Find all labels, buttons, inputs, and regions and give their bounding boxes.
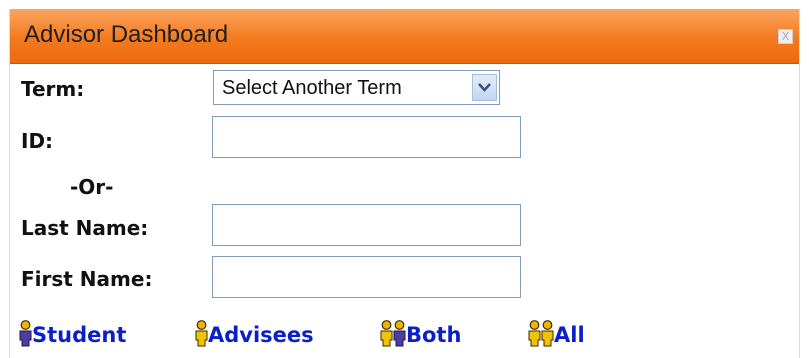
chevron-down-icon[interactable]: [472, 74, 497, 101]
close-button[interactable]: X: [778, 29, 793, 44]
single-person-icon: [19, 320, 32, 347]
last-name-input[interactable]: [212, 204, 521, 246]
or-separator: -Or-: [70, 175, 114, 199]
close-icon: X: [781, 30, 790, 43]
both-link[interactable]: Both: [380, 315, 461, 347]
both-link-label: Both: [406, 323, 462, 347]
term-selected-value: Select Another Term: [222, 77, 402, 99]
first-name-input[interactable]: [212, 256, 521, 298]
two-people-icon: [380, 320, 406, 347]
advisor-dashboard-panel: Advisor Dashboard X Term: Select Another…: [9, 9, 800, 358]
single-person-icon: [195, 320, 208, 347]
advisees-link[interactable]: Advisees: [195, 315, 314, 347]
all-link[interactable]: All: [528, 315, 585, 347]
two-people-icon: [528, 320, 554, 347]
term-label: Term:: [21, 77, 85, 101]
title-bar[interactable]: Advisor Dashboard X: [10, 9, 799, 64]
id-label: ID:: [21, 129, 54, 153]
term-select[interactable]: Select Another Term: [213, 70, 500, 105]
all-link-label: All: [554, 323, 585, 347]
student-link-label: Student: [32, 323, 127, 347]
advisees-link-label: Advisees: [208, 323, 314, 347]
student-link[interactable]: Student: [19, 315, 126, 347]
last-name-label: Last Name:: [21, 216, 149, 240]
first-name-label: First Name:: [21, 267, 153, 291]
window-title: Advisor Dashboard: [24, 21, 229, 48]
id-input[interactable]: [212, 116, 521, 158]
